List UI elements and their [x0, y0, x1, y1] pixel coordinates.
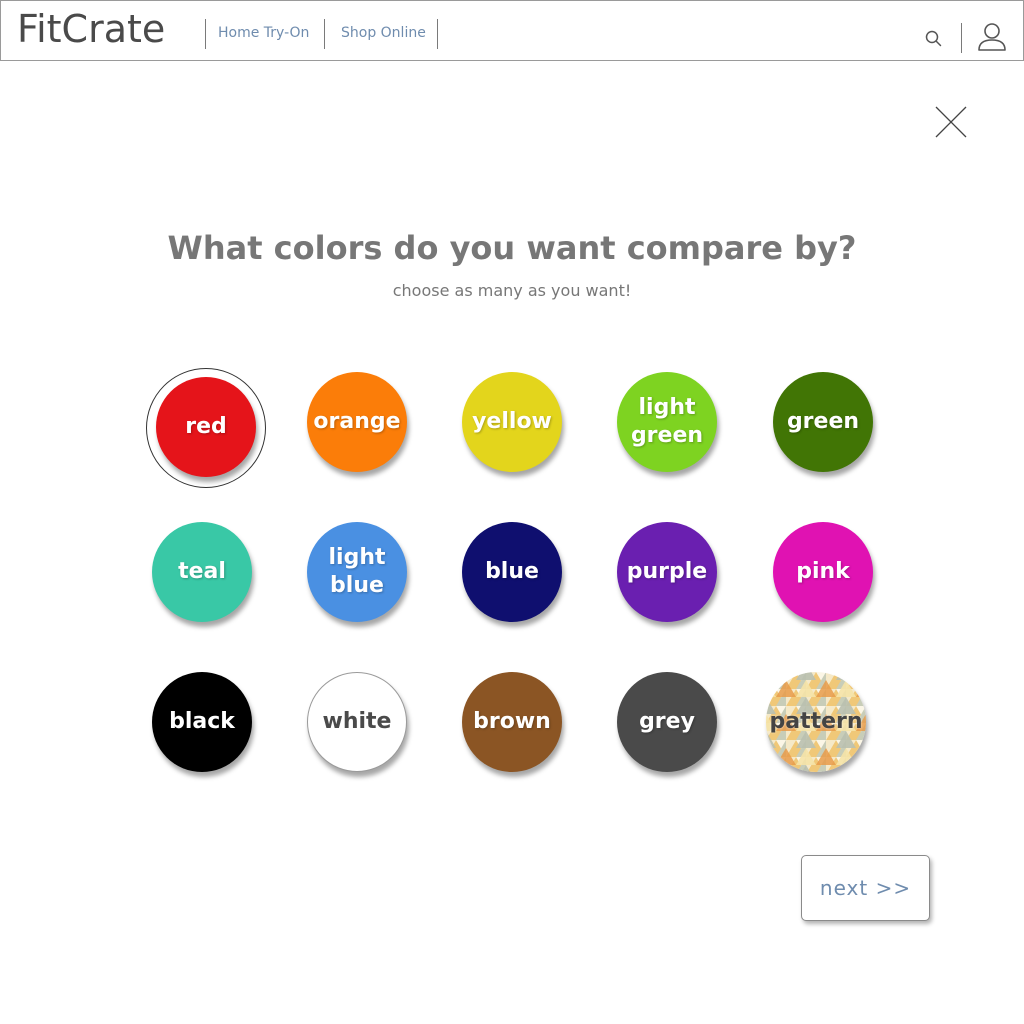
color-label: light green	[630, 395, 704, 448]
color-label: purple	[626, 559, 708, 584]
color-label: red	[185, 414, 227, 439]
color-option-teal[interactable]: teal	[152, 522, 252, 622]
color-option-pink[interactable]: pink	[773, 522, 873, 622]
header-icon-divider	[961, 23, 962, 53]
color-option-black[interactable]: black	[152, 672, 252, 772]
color-label: brown	[473, 709, 551, 734]
user-icon[interactable]	[975, 21, 1009, 53]
color-label: green	[786, 409, 860, 434]
color-label: white	[322, 709, 392, 734]
question-subtitle: choose as many as you want!	[392, 281, 632, 300]
color-option-light-blue[interactable]: light blue	[307, 522, 407, 622]
nav-divider	[324, 19, 325, 49]
fitcrate-logo[interactable]: FitCrate	[17, 7, 165, 51]
next-button[interactable]: next >>	[801, 855, 930, 921]
color-option-purple[interactable]: purple	[617, 522, 717, 622]
nav-home-try-on[interactable]: Home Try-On	[218, 24, 309, 42]
color-option-yellow[interactable]: yellow	[462, 372, 562, 472]
color-label: pattern	[769, 709, 863, 734]
color-label: teal	[178, 559, 226, 584]
page: FitCrate Home Try-On Shop Online What co…	[0, 0, 1024, 1024]
color-option-orange[interactable]: orange	[307, 372, 407, 472]
color-label: light blue	[328, 545, 386, 598]
question-title: What colors do you want compare by?	[167, 229, 857, 267]
nav-divider	[205, 19, 206, 49]
color-option-blue[interactable]: blue	[462, 522, 562, 622]
color-option-light-green[interactable]: light green	[617, 372, 717, 472]
color-label: yellow	[472, 409, 552, 434]
nav-shop-online[interactable]: Shop Online	[341, 24, 426, 42]
close-icon[interactable]	[934, 105, 968, 139]
nav-divider	[437, 19, 438, 49]
top-nav-bar: FitCrate Home Try-On Shop Online	[0, 0, 1024, 61]
color-option-red[interactable]: red	[156, 377, 256, 477]
color-label: pink	[796, 559, 850, 584]
color-label: grey	[639, 709, 695, 734]
color-option-grey[interactable]: grey	[617, 672, 717, 772]
color-label: black	[169, 709, 235, 734]
color-label: orange	[313, 409, 401, 434]
color-label: blue	[485, 559, 539, 584]
color-option-green[interactable]: green	[773, 372, 873, 472]
color-option-pattern[interactable]: pattern	[766, 672, 866, 772]
color-option-white[interactable]: white	[307, 672, 407, 772]
search-icon[interactable]	[923, 28, 945, 50]
color-option-brown[interactable]: brown	[462, 672, 562, 772]
